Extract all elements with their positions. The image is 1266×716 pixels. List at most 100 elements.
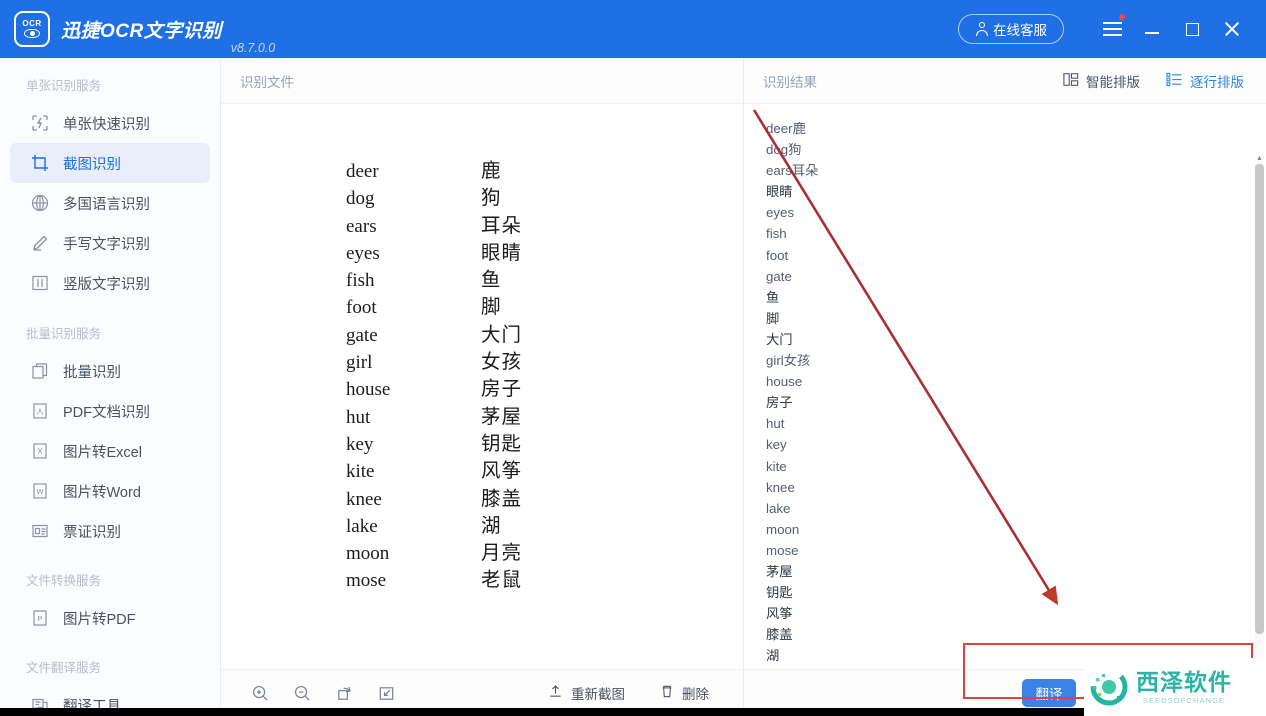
file-panel-header: 识别文件 <box>221 58 743 104</box>
trash-icon <box>659 683 675 703</box>
sidebar-item-label: PDF文档识别 <box>63 404 150 421</box>
rescreenshot-button[interactable]: 重新截图 <box>547 683 625 703</box>
document-word-cn: 湖 <box>481 515 502 537</box>
result-panel-title: 识别结果 <box>763 74 817 90</box>
result-line: girl女孩 <box>766 353 811 369</box>
document-row: moon 月亮 <box>346 536 636 564</box>
hamburger-menu-icon <box>1102 22 1122 36</box>
result-line-list: deer鹿 dog狗 ears耳朵 眼睛 eyes fish foot gate 鱼脚大门 gir… <box>744 104 1266 666</box>
online-service-button[interactable]: 在线客服 <box>958 14 1064 44</box>
document-row: girl 女孩 <box>346 345 636 373</box>
document-word-cn: 膝盖 <box>481 488 523 510</box>
document-row: house 房子 <box>346 372 636 400</box>
result-text-area[interactable]: deer鹿 dog狗 ears耳朵 眼睛 eyes fish foot gate 鱼脚大门 gir… <box>744 104 1266 669</box>
document-word-en: foot <box>346 297 377 319</box>
sidebar-group-title-convert: 文件转换服务 <box>26 574 102 588</box>
result-line: 膝盖 <box>766 627 793 643</box>
document-word-cn: 大门 <box>481 324 523 346</box>
online-service-label: 在线客服 <box>993 23 1047 38</box>
document-word-en: lake <box>346 515 378 537</box>
fit-screen-button[interactable] <box>371 678 401 708</box>
logo-text: OCR <box>22 19 42 28</box>
sidebar-group-title-batch: 批量识别服务 <box>26 327 102 341</box>
file-panel-title: 识别文件 <box>240 74 294 90</box>
svg-text:X: X <box>37 447 43 456</box>
svg-text:人: 人 <box>36 407 44 416</box>
watermark-text: 西泽软件 SEEDSOFCHANGE <box>1136 669 1232 705</box>
menu-button[interactable] <box>1092 0 1132 58</box>
document-word-cn: 老鼠 <box>481 570 523 592</box>
quick-scan-icon <box>30 113 50 133</box>
svg-text:P: P <box>37 614 42 623</box>
document-row: deer 鹿 <box>346 154 636 182</box>
document-word-en: key <box>346 433 374 455</box>
sidebar-item-label: 单张快速识别 <box>63 116 150 133</box>
minimize-button[interactable] <box>1132 0 1172 58</box>
pdf-convert-icon: P <box>30 608 50 628</box>
sidebar-group-title-translate: 文件翻译服务 <box>26 661 102 675</box>
document-word-cn: 钥匙 <box>481 433 523 455</box>
close-button[interactable] <box>1212 0 1252 58</box>
sidebar-item-pdf-ocr[interactable]: 人 PDF文档识别 <box>10 391 210 431</box>
smart-layout-button[interactable]: 智能排版 <box>1063 71 1140 91</box>
result-line: 风筝 <box>766 606 793 622</box>
word-file-icon: W <box>30 481 50 501</box>
sidebar-item-multilingual[interactable]: 多国语言识别 <box>10 183 210 223</box>
upload-icon <box>547 683 564 703</box>
pdf-file-icon: 人 <box>30 401 50 421</box>
scroll-up-icon[interactable]: ▲ <box>1255 154 1264 163</box>
id-card-icon <box>30 521 50 541</box>
sidebar-item-screenshot-ocr[interactable]: 截图识别 <box>10 143 210 183</box>
notification-dot <box>1119 14 1125 20</box>
vertical-text-icon <box>30 273 50 293</box>
document-row: eyes 眼睛 <box>346 236 636 264</box>
document-word-en: deer <box>346 161 379 182</box>
line-layout-button[interactable]: 逐行排版 <box>1166 71 1244 91</box>
bottom-black-strip <box>0 708 1084 716</box>
document-preview-area[interactable]: deer 鹿 dog 狗 ears 耳朵 eyes 眼睛 fish 鱼 foot 脚 gate 大门 gir… <box>221 104 743 669</box>
sidebar-item-handwriting[interactable]: 手写文字识别 <box>10 223 210 263</box>
document-row: mose 老鼠 <box>346 563 636 592</box>
sidebar-item-image-to-word[interactable]: W 图片转Word <box>10 471 210 511</box>
result-line: lake <box>766 500 791 516</box>
zoom-out-button[interactable] <box>287 678 317 708</box>
globe-icon <box>30 193 50 213</box>
result-line: deer鹿 <box>766 121 806 136</box>
delete-label: 删除 <box>682 687 709 702</box>
preview-actions: 重新截图 删除 <box>547 683 743 703</box>
delete-button[interactable]: 删除 <box>659 683 709 703</box>
zoom-in-button[interactable] <box>245 678 275 708</box>
result-panel-header: 识别结果 智能排版 逐行排版 <box>744 58 1266 104</box>
sidebar-item-quick-scan[interactable]: 单张快速识别 <box>10 103 210 143</box>
pen-icon <box>30 233 50 253</box>
result-line: kite <box>766 458 787 474</box>
line-layout-icon <box>1166 72 1183 90</box>
watermark-brand-en: SEEDSOFCHANGE <box>1142 695 1226 705</box>
rotate-button[interactable] <box>329 678 359 708</box>
result-line: gate <box>766 268 792 284</box>
svg-text:W: W <box>36 487 44 496</box>
result-line: fish <box>766 226 787 242</box>
app-logo: OCR <box>14 11 50 47</box>
document-row: knee 膝盖 <box>346 482 636 510</box>
result-line: 房子 <box>766 395 793 411</box>
sidebar-item-label: 图片转Word <box>63 484 141 501</box>
sidebar-item-image-to-excel[interactable]: X 图片转Excel <box>10 431 210 471</box>
result-line: ears耳朵 <box>766 163 819 179</box>
result-line: mose <box>766 542 799 558</box>
sidebar-item-invoice-ocr[interactable]: 票证识别 <box>10 511 210 551</box>
recognition-result-panel: 识别结果 智能排版 逐行排版 deer鹿 dog狗 ears耳朵 眼睛 eyes… <box>744 58 1266 716</box>
smart-layout-label: 智能排版 <box>1086 74 1140 90</box>
maximize-button[interactable] <box>1172 0 1212 58</box>
document-row: key 钥匙 <box>346 427 636 455</box>
sidebar-item-batch-ocr[interactable]: 批量识别 <box>10 351 210 391</box>
result-line: 眼睛 <box>766 184 793 200</box>
result-scrollbar-thumb[interactable] <box>1255 164 1264 634</box>
document-word-en: gate <box>346 324 378 346</box>
document-word-en: dog <box>346 188 375 210</box>
result-line: knee <box>766 479 795 495</box>
sidebar-item-image-to-pdf[interactable]: P 图片转PDF <box>10 598 210 638</box>
sidebar-item-vertical-text[interactable]: 竖版文字识别 <box>10 263 210 303</box>
result-line: 鱼 <box>766 289 780 305</box>
translate-button[interactable]: 翻译 <box>1022 679 1076 707</box>
